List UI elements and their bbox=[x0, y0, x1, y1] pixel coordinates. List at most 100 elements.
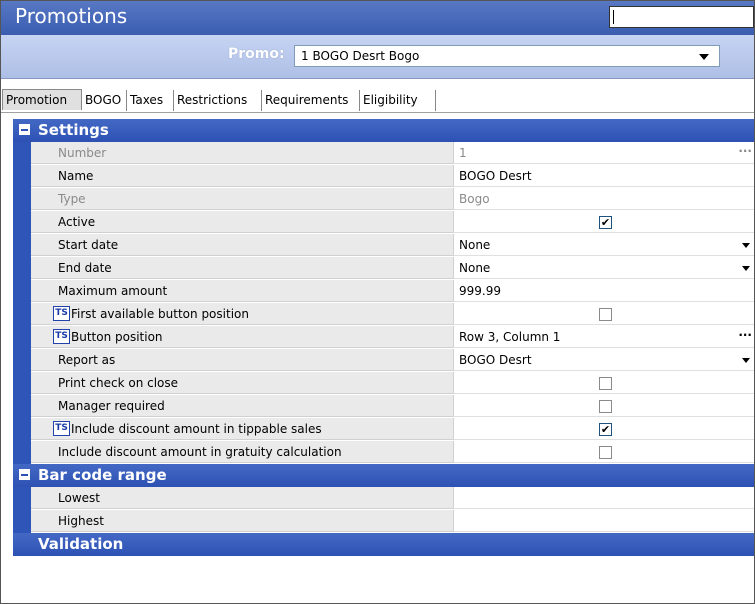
ellipsis-button[interactable]: ··· bbox=[738, 324, 752, 346]
title-bar: Promotions bbox=[1, 1, 754, 35]
setting-value[interactable]: None bbox=[453, 234, 754, 256]
setting-label: TS Button position bbox=[31, 326, 453, 348]
setting-value[interactable]: BOGO Desrt bbox=[453, 165, 754, 187]
gratuity-checkbox[interactable] bbox=[599, 446, 612, 459]
promo-select[interactable]: 1 BOGO Desrt Bogo bbox=[294, 45, 720, 67]
setting-label-text: Include discount amount in tippable sale… bbox=[71, 422, 322, 436]
section-settings[interactable]: Settings bbox=[13, 119, 754, 142]
row-gutter bbox=[13, 326, 31, 349]
setting-value-text: 999.99 bbox=[459, 284, 501, 298]
setting-value[interactable]: None bbox=[453, 257, 754, 279]
setting-value: ✔ bbox=[453, 211, 754, 233]
tab-taxes[interactable]: Taxes bbox=[127, 90, 174, 111]
setting-value: ✔ bbox=[453, 418, 754, 440]
setting-row-report-as: Report as BOGO Desrt bbox=[13, 349, 754, 372]
setting-label: Number bbox=[31, 142, 453, 164]
print-check-checkbox[interactable] bbox=[599, 377, 612, 390]
collapse-icon[interactable] bbox=[19, 124, 30, 135]
chevron-down-icon[interactable] bbox=[699, 54, 709, 60]
setting-row-end-date: End date None bbox=[13, 257, 754, 280]
setting-label: Include discount amount in gratuity calc… bbox=[31, 441, 453, 463]
setting-label: Type bbox=[31, 188, 453, 210]
row-gutter bbox=[13, 165, 31, 188]
ts-icon: TS bbox=[53, 306, 70, 321]
row-gutter bbox=[13, 510, 31, 533]
tab-promotion[interactable]: Promotion bbox=[2, 89, 82, 110]
row-gutter bbox=[13, 395, 31, 418]
setting-row-maximum-amount: Maximum amount 999.99 bbox=[13, 280, 754, 303]
setting-label: TS Include discount amount in tippable s… bbox=[31, 418, 453, 440]
setting-label: End date bbox=[31, 257, 453, 279]
setting-label: Report as bbox=[31, 349, 453, 371]
first-available-checkbox[interactable] bbox=[599, 308, 612, 321]
tab-eligibility[interactable]: Eligibility bbox=[360, 90, 436, 111]
setting-value: Bogo bbox=[453, 188, 754, 210]
setting-value[interactable]: 999.99 bbox=[453, 280, 754, 302]
setting-value[interactable] bbox=[453, 487, 754, 509]
manager-required-checkbox[interactable] bbox=[599, 400, 612, 413]
row-gutter bbox=[13, 257, 31, 280]
chevron-down-icon[interactable] bbox=[742, 266, 750, 271]
barcode-row-highest: Highest bbox=[13, 510, 754, 533]
setting-value-text: Row 3, Column 1 bbox=[459, 330, 561, 344]
row-gutter bbox=[13, 372, 31, 395]
row-gutter bbox=[13, 234, 31, 257]
tab-requirements[interactable]: Requirements bbox=[262, 90, 360, 111]
setting-value[interactable]: Row 3, Column 1 ··· bbox=[453, 326, 754, 348]
section-title: Validation bbox=[38, 535, 124, 553]
row-gutter bbox=[13, 211, 31, 234]
setting-value[interactable]: BOGO Desrt bbox=[453, 349, 754, 371]
setting-label: Lowest bbox=[31, 487, 453, 509]
setting-row-print-check-on-close: Print check on close bbox=[13, 372, 754, 395]
setting-row-active: Active ✔ bbox=[13, 211, 754, 234]
promo-bar: Promo: 1 BOGO Desrt Bogo bbox=[1, 35, 754, 79]
setting-label: Highest bbox=[31, 510, 453, 532]
setting-value-text: 1 bbox=[459, 146, 467, 160]
setting-label: Active bbox=[31, 211, 453, 233]
chevron-down-icon[interactable] bbox=[742, 243, 750, 248]
setting-row-tippable-sales: TS Include discount amount in tippable s… bbox=[13, 418, 754, 441]
text-caret bbox=[613, 10, 614, 24]
setting-label: Name bbox=[31, 165, 453, 187]
setting-value-text: Bogo bbox=[459, 192, 490, 206]
setting-value bbox=[453, 303, 754, 325]
setting-value-text: None bbox=[459, 238, 491, 252]
row-gutter bbox=[13, 280, 31, 303]
row-gutter bbox=[13, 142, 31, 165]
tab-bogo[interactable]: BOGO bbox=[82, 90, 127, 111]
setting-label: Maximum amount bbox=[31, 280, 453, 302]
row-gutter bbox=[13, 418, 31, 441]
search-input[interactable] bbox=[609, 6, 754, 28]
setting-value bbox=[453, 441, 754, 463]
tippable-sales-checkbox[interactable]: ✔ bbox=[599, 423, 612, 436]
row-gutter bbox=[13, 303, 31, 326]
setting-row-gratuity-calculation: Include discount amount in gratuity calc… bbox=[13, 441, 754, 464]
chevron-down-icon[interactable] bbox=[742, 358, 750, 363]
window-title: Promotions bbox=[15, 4, 128, 28]
setting-value-text: None bbox=[459, 261, 491, 275]
promotions-window: Promotions Promo: 1 BOGO Desrt Bogo Prom… bbox=[0, 0, 755, 604]
setting-label-text: Button position bbox=[71, 330, 163, 344]
active-checkbox[interactable]: ✔ bbox=[599, 216, 612, 229]
ellipsis-button[interactable]: ··· bbox=[738, 140, 752, 162]
section-title: Settings bbox=[38, 121, 109, 139]
promo-select-value: 1 BOGO Desrt Bogo bbox=[301, 49, 420, 63]
section-validation[interactable]: Validation bbox=[13, 533, 754, 556]
setting-row-first-available-button-position: TS First available button position bbox=[13, 303, 754, 326]
collapse-icon[interactable] bbox=[19, 469, 30, 480]
setting-label: Print check on close bbox=[31, 372, 453, 394]
setting-label: Manager required bbox=[31, 395, 453, 417]
setting-row-start-date: Start date None bbox=[13, 234, 754, 257]
row-gutter bbox=[13, 441, 31, 464]
section-bar-code-range[interactable]: Bar code range bbox=[13, 464, 754, 487]
row-gutter bbox=[13, 188, 31, 211]
tab-restrictions[interactable]: Restrictions bbox=[174, 90, 262, 111]
setting-label: Start date bbox=[31, 234, 453, 256]
setting-value[interactable] bbox=[453, 510, 754, 532]
setting-row-type: Type Bogo bbox=[13, 188, 754, 211]
setting-value bbox=[453, 372, 754, 394]
row-gutter bbox=[13, 487, 31, 510]
setting-value[interactable]: 1 ··· bbox=[453, 142, 754, 164]
promo-label: Promo: bbox=[228, 46, 285, 62]
setting-value bbox=[453, 395, 754, 417]
